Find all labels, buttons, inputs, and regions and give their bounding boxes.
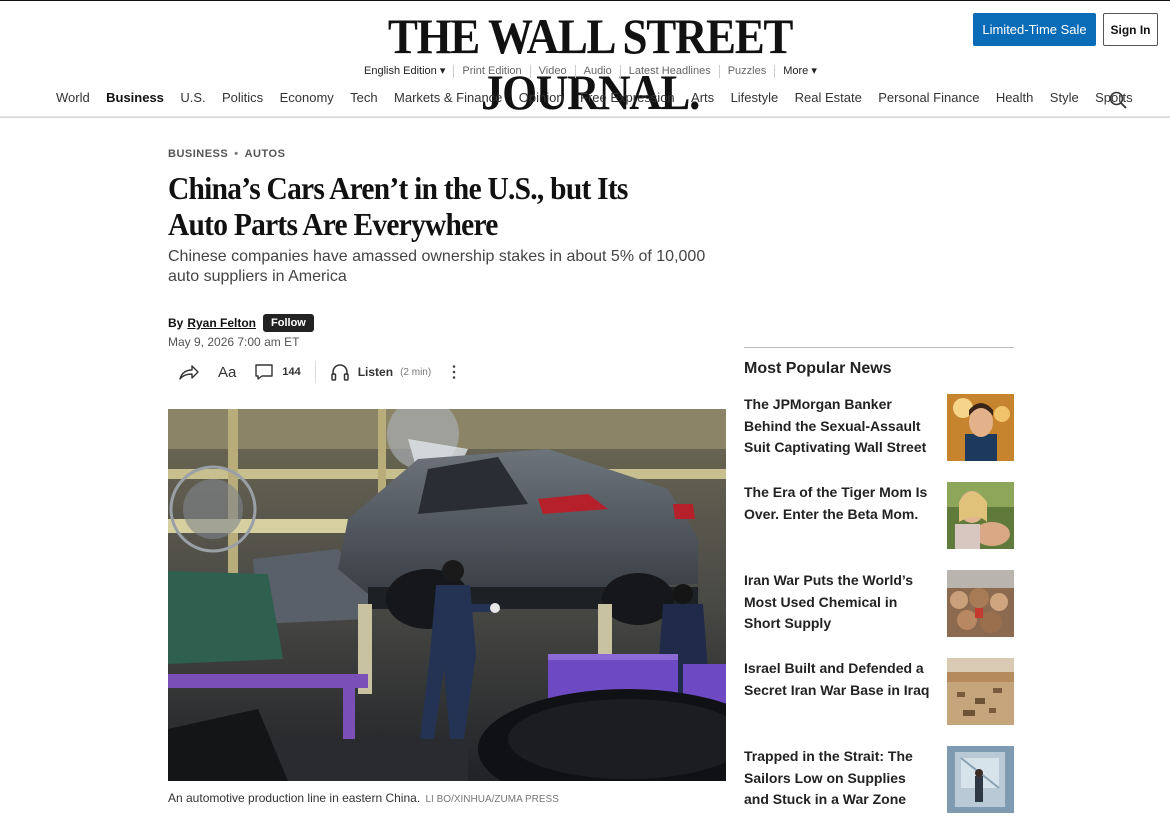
article-tools: Aa 144 Listen (2 min) — [168, 358, 457, 386]
popular-thumbnail[interactable] — [947, 746, 1014, 813]
nav-opinion[interactable]: Opinion — [519, 88, 564, 108]
font-size-button[interactable]: Aa — [218, 364, 236, 381]
popular-item[interactable]: The JPMorgan Banker Behind the Sexual-As… — [744, 394, 1014, 462]
nav-us[interactable]: U.S. — [180, 88, 205, 108]
nav-divider — [0, 116, 1170, 117]
article-headline: China’s Cars Aren’t in the U.S., but Its… — [168, 170, 628, 242]
popular-headline[interactable]: The Era of the Tiger Mom Is Over. Enter … — [744, 482, 934, 525]
nav-world[interactable]: World — [56, 88, 90, 108]
utility-print-edition[interactable]: Print Edition — [453, 65, 529, 78]
main-nav: World Business U.S. Politics Economy Tec… — [56, 88, 1149, 108]
nav-business[interactable]: Business — [106, 88, 164, 108]
top-border — [0, 0, 1170, 1]
popular-thumbnail[interactable] — [947, 482, 1014, 549]
most-popular-title: Most Popular News — [744, 360, 892, 377]
nav-economy[interactable]: Economy — [280, 88, 334, 108]
popular-headline[interactable]: Trapped in the Strait: The Sailors Low o… — [744, 746, 934, 811]
headphones-icon — [330, 364, 349, 381]
nav-tech[interactable]: Tech — [350, 88, 377, 108]
search-icon[interactable] — [1109, 91, 1127, 109]
popular-item[interactable]: The Era of the Tiger Mom Is Over. Enter … — [744, 482, 1014, 550]
nav-real-estate[interactable]: Real Estate — [795, 88, 862, 108]
caption-text: An automotive production line in eastern… — [168, 791, 421, 805]
share-button[interactable] — [178, 363, 200, 381]
popular-headline[interactable]: Israel Built and Defended a Secret Iran … — [744, 658, 934, 701]
nav-markets-finance[interactable]: Markets & Finance — [394, 88, 502, 108]
popular-thumbnail[interactable] — [947, 658, 1014, 725]
masthead: THE WALL STREET JOURNAL. Limited-Time Sa… — [0, 0, 1170, 120]
utility-english-edition[interactable]: English Edition ▾ — [356, 65, 453, 78]
tools-divider — [314, 361, 316, 383]
hero-image — [168, 409, 726, 781]
comment-count: 144 — [282, 366, 301, 378]
utility-video[interactable]: Video — [529, 65, 575, 78]
sidebar-divider — [744, 347, 1014, 348]
nav-free-expression[interactable]: Free Expression — [580, 88, 675, 108]
author-link[interactable]: Ryan Felton — [187, 316, 256, 330]
popular-thumbnail[interactable] — [947, 570, 1014, 637]
popular-headline[interactable]: The JPMorgan Banker Behind the Sexual-As… — [744, 394, 934, 459]
utility-latest-headlines[interactable]: Latest Headlines — [619, 65, 719, 78]
more-options-button[interactable] — [451, 364, 457, 380]
nav-personal-finance[interactable]: Personal Finance — [878, 88, 979, 108]
popular-thumbnail[interactable] — [947, 394, 1014, 461]
breadcrumb-business[interactable]: BUSINESS — [168, 148, 228, 160]
nav-style[interactable]: Style — [1050, 88, 1079, 108]
nav-health[interactable]: Health — [996, 88, 1034, 108]
utility-puzzles[interactable]: Puzzles — [718, 65, 775, 78]
popular-item[interactable]: Iran War Puts the World’s Most Used Chem… — [744, 570, 1014, 638]
byline: By Ryan Felton Follow — [168, 314, 314, 332]
nav-lifestyle[interactable]: Lifestyle — [731, 88, 779, 108]
nav-arts[interactable]: Arts — [691, 88, 714, 108]
publish-date: May 9, 2026 7:00 am ET — [168, 335, 300, 349]
kebab-menu-icon — [452, 365, 456, 379]
comments-button[interactable]: 144 — [254, 363, 301, 381]
photo-credit: LI BO/XINHUA/ZUMA PRESS — [425, 794, 559, 805]
listen-duration: (2 min) — [400, 366, 432, 378]
article-dek: Chinese companies have amassed ownership… — [168, 248, 706, 285]
share-icon — [179, 365, 199, 380]
utility-more[interactable]: More ▾ — [774, 65, 825, 78]
listen-label: Listen — [357, 365, 394, 379]
breadcrumb-separator: • — [234, 148, 239, 160]
sign-in-button[interactable]: Sign In — [1103, 13, 1158, 46]
popular-headline[interactable]: Iran War Puts the World’s Most Used Chem… — [744, 570, 934, 635]
image-caption: An automotive production line in eastern… — [168, 791, 559, 805]
utility-audio[interactable]: Audio — [574, 65, 620, 78]
limited-time-sale-button[interactable]: Limited-Time Sale — [973, 13, 1096, 46]
breadcrumb-autos[interactable]: AUTOS — [245, 148, 286, 160]
nav-politics[interactable]: Politics — [222, 88, 263, 108]
follow-button[interactable]: Follow — [263, 314, 314, 332]
comment-icon — [255, 364, 274, 380]
byline-prefix: By — [168, 316, 184, 330]
utility-nav: English Edition ▾ Print Edition Video Au… — [356, 65, 825, 78]
popular-item[interactable]: Israel Built and Defended a Secret Iran … — [744, 658, 1014, 726]
breadcrumb: BUSINESS • AUTOS — [168, 148, 285, 160]
listen-button[interactable]: Listen (2 min) — [330, 363, 431, 381]
popular-item[interactable]: Trapped in the Strait: The Sailors Low o… — [744, 746, 1014, 814]
